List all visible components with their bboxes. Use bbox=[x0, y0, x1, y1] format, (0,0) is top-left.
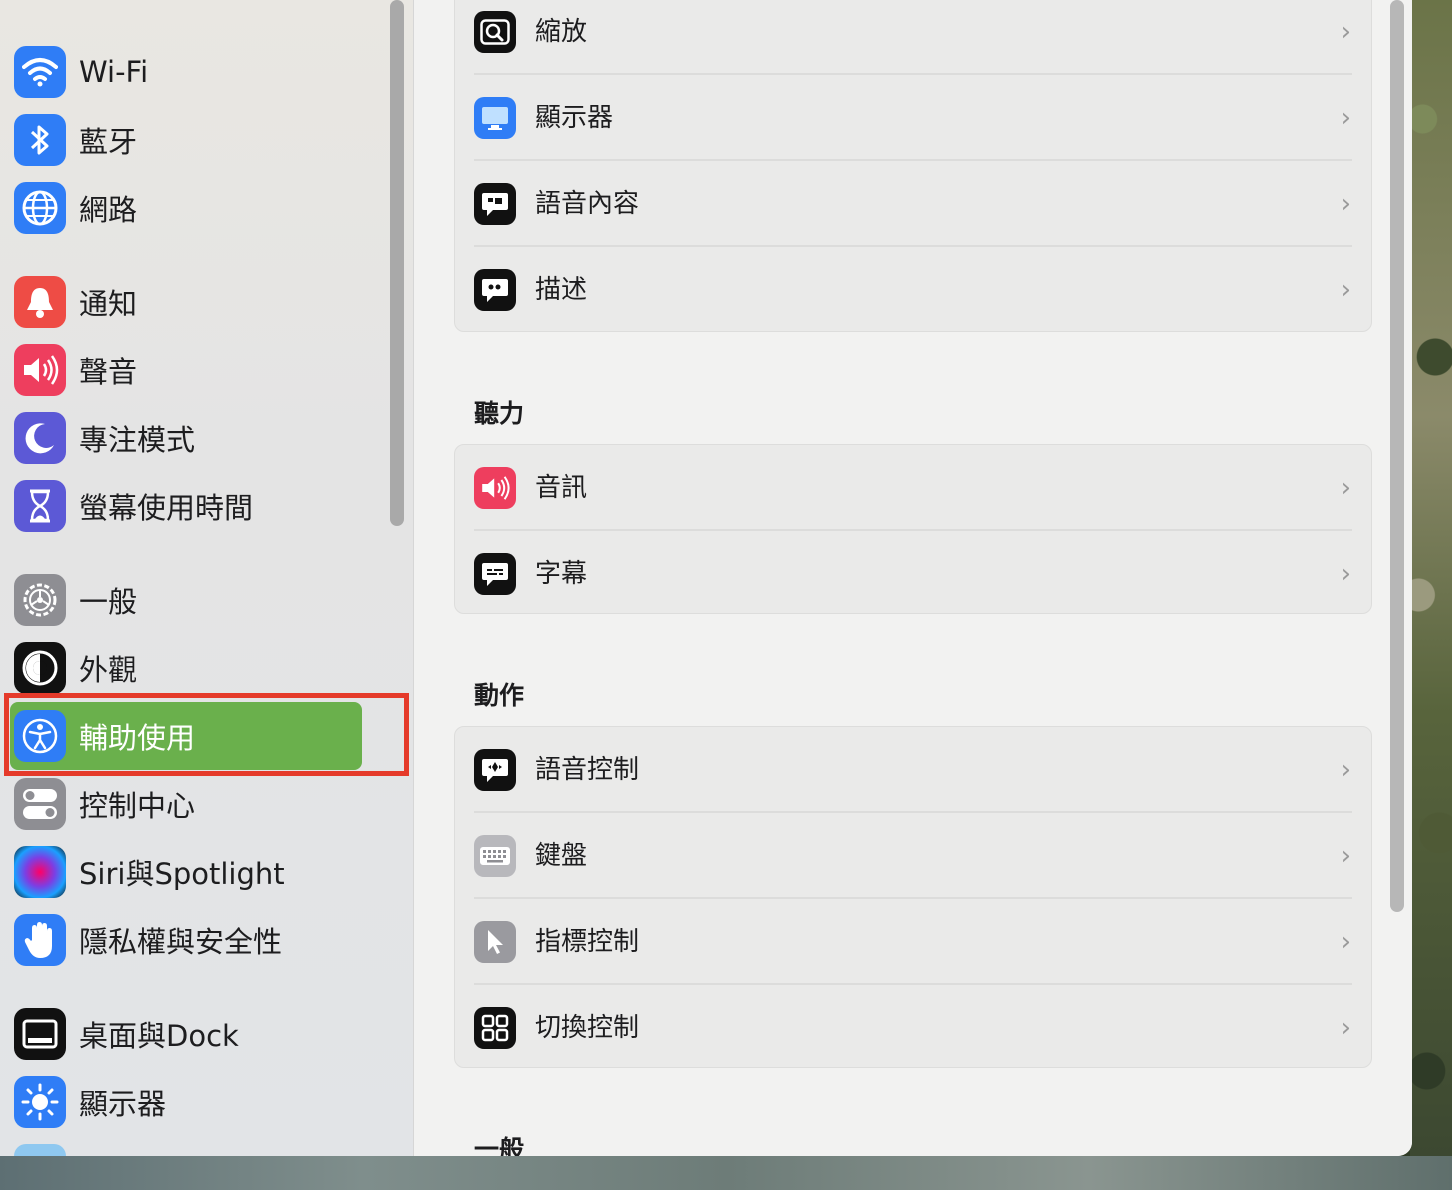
chevron-right-icon: › bbox=[1340, 755, 1351, 785]
wifi-icon bbox=[14, 46, 66, 98]
row-label: 顯示器 bbox=[535, 103, 614, 133]
chevron-right-icon: › bbox=[1340, 103, 1351, 133]
sidebar-item-desktop-dock[interactable]: 桌面與Dock bbox=[0, 1003, 400, 1065]
row-label: 音訊 bbox=[535, 473, 588, 503]
sidebar-item-appearance[interactable]: 外觀 bbox=[0, 637, 400, 699]
chevron-right-icon: › bbox=[1340, 17, 1351, 47]
sidebar-item-network[interactable]: 網路 bbox=[0, 177, 400, 239]
speaker-icon bbox=[14, 344, 66, 396]
chevron-right-icon: › bbox=[1340, 841, 1351, 871]
hand-icon bbox=[14, 914, 66, 966]
quote-bubble-icon bbox=[474, 269, 516, 311]
sidebar-item-label: 外觀 bbox=[79, 653, 138, 687]
sidebar-item-label: 螢幕使用時間 bbox=[79, 491, 254, 525]
sidebar-item-focus[interactable]: 專注模式 bbox=[0, 407, 400, 469]
switch-grid-icon bbox=[474, 1007, 516, 1049]
sidebar-item-label: 顯示器 bbox=[79, 1087, 167, 1121]
appearance-icon bbox=[14, 642, 66, 694]
globe-icon bbox=[14, 182, 66, 234]
next-item-icon-partial bbox=[14, 1144, 66, 1156]
sidebar-item-sound[interactable]: 聲音 bbox=[0, 339, 400, 401]
moon-icon bbox=[14, 412, 66, 464]
section-title-motor: 動作 bbox=[474, 681, 525, 710]
sidebar-item-screen-time[interactable]: 螢幕使用時間 bbox=[0, 475, 400, 537]
chevron-right-icon: › bbox=[1340, 189, 1351, 219]
gear-icon bbox=[14, 574, 66, 626]
sidebar-item-privacy[interactable]: 隱私權與安全性 bbox=[0, 909, 400, 971]
vision-group: 縮放 › 顯示器 › 語音內容 › 描述 › bbox=[454, 0, 1372, 332]
sidebar-item-label: 聲音 bbox=[79, 355, 138, 389]
captions-icon bbox=[474, 553, 516, 595]
sidebar-item-general[interactable]: 一般 bbox=[0, 569, 400, 631]
sun-icon bbox=[14, 1076, 66, 1128]
sidebar-item-bluetooth[interactable]: 藍牙 bbox=[0, 109, 400, 171]
sidebar-item-label: 網路 bbox=[79, 193, 138, 227]
main-scrollbar[interactable] bbox=[1390, 0, 1404, 912]
motor-group: 語音控制 › 鍵盤 › 指標控制 › 切換控制 › bbox=[454, 726, 1372, 1068]
row-label: 語音內容 bbox=[535, 189, 640, 219]
toggles-icon bbox=[14, 778, 66, 830]
chevron-right-icon: › bbox=[1340, 559, 1351, 589]
speaker-icon bbox=[474, 467, 516, 509]
row-label: 字幕 bbox=[535, 559, 588, 589]
row-label: 縮放 bbox=[535, 17, 588, 47]
sidebar-item-label: 通知 bbox=[79, 287, 138, 321]
sidebar: Wi-Fi 藍牙 網路 通知 聲音 專注模式 螢幕使用時間 一般 外觀 輔助使用… bbox=[0, 0, 414, 1156]
row-switch-control[interactable]: 切換控制 › bbox=[455, 985, 1371, 1069]
row-voice-control[interactable]: 語音控制 › bbox=[455, 727, 1371, 813]
chevron-right-icon: › bbox=[1340, 1013, 1351, 1043]
bluetooth-icon bbox=[14, 114, 66, 166]
sidebar-item-label: 隱私權與安全性 bbox=[79, 925, 283, 959]
sidebar-item-label: 控制中心 bbox=[79, 789, 196, 823]
desktop-wallpaper-bottom bbox=[0, 1156, 1452, 1190]
keyboard-icon bbox=[474, 835, 516, 877]
chevron-right-icon: › bbox=[1340, 927, 1351, 957]
sidebar-item-label: Wi-Fi bbox=[79, 55, 149, 89]
system-settings-window: Wi-Fi 藍牙 網路 通知 聲音 專注模式 螢幕使用時間 一般 外觀 輔助使用… bbox=[0, 0, 1412, 1156]
row-captions[interactable]: 字幕 › bbox=[455, 531, 1371, 615]
row-label: 鍵盤 bbox=[535, 841, 588, 871]
speech-bubble-icon bbox=[474, 183, 516, 225]
pointer-icon bbox=[474, 921, 516, 963]
sidebar-item-control-center[interactable]: 控制中心 bbox=[0, 773, 400, 835]
sidebar-item-notifications[interactable]: 通知 bbox=[0, 271, 400, 333]
row-zoom[interactable]: 縮放 › bbox=[455, 0, 1371, 75]
row-keyboard[interactable]: 鍵盤 › bbox=[455, 813, 1371, 899]
highlight-annotation-box bbox=[4, 693, 409, 776]
row-label: 語音控制 bbox=[535, 755, 640, 785]
sidebar-item-label: 一般 bbox=[79, 585, 138, 619]
chevron-right-icon: › bbox=[1340, 275, 1351, 305]
dock-icon bbox=[14, 1008, 66, 1060]
section-title-hearing: 聽力 bbox=[474, 399, 525, 428]
sidebar-item-wifi[interactable]: Wi-Fi bbox=[0, 41, 400, 103]
chevron-right-icon: › bbox=[1340, 473, 1351, 503]
row-label: 指標控制 bbox=[535, 927, 640, 957]
sidebar-item-siri[interactable]: Siri與Spotlight bbox=[0, 841, 400, 903]
row-display[interactable]: 顯示器 › bbox=[455, 75, 1371, 161]
sidebar-item-label: 桌面與Dock bbox=[79, 1019, 239, 1053]
main-pane: 縮放 › 顯示器 › 語音內容 › 描述 › 聽力 音訊 › 字幕 › 動作 語… bbox=[415, 0, 1412, 1156]
sidebar-item-label: Siri與Spotlight bbox=[79, 857, 285, 891]
sidebar-item-label: 藍牙 bbox=[79, 125, 138, 159]
desktop-wallpaper bbox=[1410, 0, 1452, 1190]
monitor-icon bbox=[474, 97, 516, 139]
siri-icon bbox=[14, 846, 66, 898]
voice-control-icon bbox=[474, 749, 516, 791]
zoom-icon bbox=[474, 11, 516, 53]
row-label: 切換控制 bbox=[535, 1013, 640, 1043]
row-label: 描述 bbox=[535, 275, 588, 305]
hourglass-icon bbox=[14, 480, 66, 532]
hearing-group: 音訊 › 字幕 › bbox=[454, 444, 1372, 614]
row-pointer-control[interactable]: 指標控制 › bbox=[455, 899, 1371, 985]
row-audio[interactable]: 音訊 › bbox=[455, 445, 1371, 531]
sidebar-item-displays[interactable]: 顯示器 bbox=[0, 1071, 400, 1133]
bell-icon bbox=[14, 276, 66, 328]
row-spoken-content[interactable]: 語音內容 › bbox=[455, 161, 1371, 247]
sidebar-item-label: 專注模式 bbox=[79, 423, 196, 457]
section-title-general: 一般 bbox=[474, 1135, 525, 1156]
row-descriptions[interactable]: 描述 › bbox=[455, 247, 1371, 333]
